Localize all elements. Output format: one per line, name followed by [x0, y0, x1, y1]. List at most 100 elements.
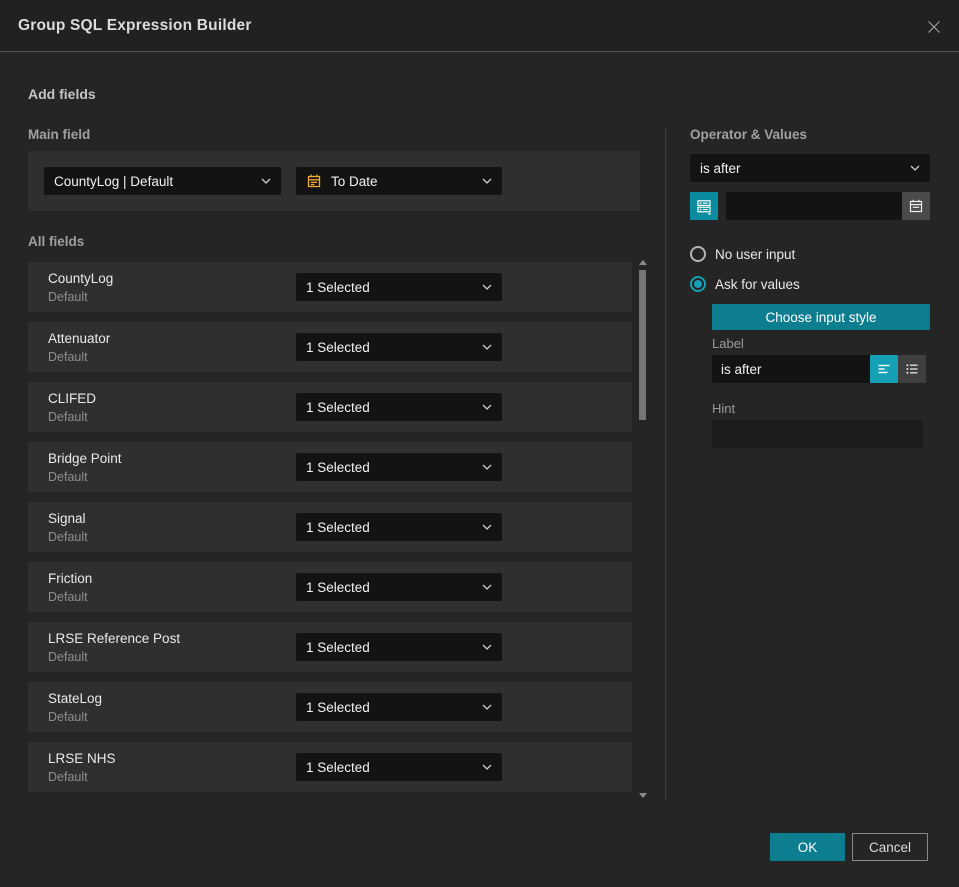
field-selected-value: 1 Selected — [306, 399, 370, 415]
field-subtitle: Default — [48, 410, 88, 424]
field-selected-dropdown[interactable]: 1 Selected — [296, 273, 502, 301]
chevron-down-icon — [261, 178, 271, 184]
field-name: Friction — [48, 571, 93, 586]
radio-no-user-input[interactable]: No user input — [690, 245, 795, 263]
field-subtitle: Default — [48, 590, 88, 604]
main-field-label: Main field — [28, 127, 91, 142]
field-row: Attenuator Default 1 Selected — [28, 322, 632, 372]
field-selected-value: 1 Selected — [306, 459, 370, 475]
field-selected-value: 1 Selected — [306, 339, 370, 355]
field-selected-value: 1 Selected — [306, 279, 370, 295]
field-row: Signal Default 1 Selected — [28, 502, 632, 552]
radio-ask-for-values[interactable]: Ask for values — [690, 275, 800, 293]
ok-button[interactable]: OK — [770, 833, 845, 861]
field-selected-value: 1 Selected — [306, 699, 370, 715]
field-subtitle: Default — [48, 770, 88, 784]
field-selected-value: 1 Selected — [306, 579, 370, 595]
cancel-button[interactable]: Cancel — [852, 833, 928, 861]
dialog-header: Group SQL Expression Builder — [0, 0, 959, 52]
list-style-button[interactable] — [898, 355, 926, 383]
chevron-down-icon — [482, 404, 492, 410]
field-row: Bridge Point Default 1 Selected — [28, 442, 632, 492]
choose-input-style-button[interactable]: Choose input style — [712, 304, 930, 330]
radio-off-icon — [690, 246, 706, 262]
hint-label: Hint — [712, 401, 736, 416]
field-selected-value: 1 Selected — [306, 519, 370, 535]
field-selected-dropdown[interactable]: 1 Selected — [296, 633, 502, 661]
chevron-down-icon — [482, 464, 492, 470]
field-selected-value: 1 Selected — [306, 759, 370, 775]
date-picker-button[interactable] — [902, 192, 930, 220]
calendar-icon — [306, 173, 322, 189]
label-input[interactable] — [712, 355, 870, 383]
close-icon[interactable] — [923, 16, 945, 38]
field-selected-dropdown[interactable]: 1 Selected — [296, 333, 502, 361]
field-name: LRSE NHS — [48, 751, 116, 766]
field-name: CLIFED — [48, 391, 97, 406]
field-row: CountyLog Default 1 Selected — [28, 262, 632, 312]
scrollbar-thumb[interactable] — [639, 270, 646, 420]
field-name: StateLog — [48, 691, 103, 706]
main-field-select-value: CountyLog | Default — [54, 173, 174, 189]
field-name: Signal — [48, 511, 86, 526]
field-subtitle: Default — [48, 710, 88, 724]
fields-scrollbar[interactable] — [637, 258, 649, 800]
chevron-down-icon — [482, 644, 492, 650]
operator-select[interactable]: is after — [690, 154, 930, 182]
add-fields-heading: Add fields — [28, 86, 96, 102]
field-subtitle: Default — [48, 650, 88, 664]
main-field-panel: CountyLog | Default To Date — [28, 151, 640, 211]
main-date-field-value: To Date — [331, 173, 378, 189]
field-name: Bridge Point — [48, 451, 122, 466]
field-name: LRSE Reference Post — [48, 631, 181, 646]
field-selected-dropdown[interactable]: 1 Selected — [296, 753, 502, 781]
panel-divider — [665, 128, 666, 800]
group-sql-expression-builder-dialog: Group SQL Expression Builder Add fields … — [0, 0, 959, 887]
field-selected-dropdown[interactable]: 1 Selected — [296, 453, 502, 481]
field-subtitle: Default — [48, 290, 88, 304]
radio-on-icon — [690, 276, 706, 292]
chevron-down-icon — [482, 524, 492, 530]
bullet-list-icon — [906, 364, 918, 374]
chevron-down-icon — [482, 284, 492, 290]
chevron-down-icon — [910, 165, 920, 171]
hint-input[interactable] — [712, 420, 923, 448]
main-date-field-select[interactable]: To Date — [296, 167, 502, 195]
main-field-select[interactable]: CountyLog | Default — [44, 167, 281, 195]
field-selected-dropdown[interactable]: 1 Selected — [296, 573, 502, 601]
field-row: Friction Default 1 Selected — [28, 562, 632, 612]
operator-values-title: Operator & Values — [690, 127, 808, 142]
chevron-down-icon — [482, 704, 492, 710]
field-name: Attenuator — [48, 331, 111, 346]
scrollbar-down-arrow-icon[interactable] — [639, 793, 647, 798]
field-selected-value: 1 Selected — [306, 639, 370, 655]
radio-label: No user input — [715, 246, 796, 262]
label-label: Label — [712, 336, 744, 351]
chevron-down-icon — [482, 344, 492, 350]
operator-select-value: is after — [700, 160, 741, 176]
calendar-icon — [909, 199, 923, 213]
scrollbar-up-arrow-icon[interactable] — [639, 260, 647, 265]
field-subtitle: Default — [48, 470, 88, 484]
field-selected-dropdown[interactable]: 1 Selected — [296, 693, 502, 721]
field-row: StateLog Default 1 Selected — [28, 682, 632, 732]
field-subtitle: Default — [48, 530, 88, 544]
single-line-style-button[interactable] — [870, 355, 898, 383]
value-input[interactable] — [726, 192, 902, 220]
field-subtitle: Default — [48, 350, 88, 364]
radio-label: Ask for values — [715, 276, 800, 292]
field-row: CLIFED Default 1 Selected — [28, 382, 632, 432]
chevron-down-icon — [482, 764, 492, 770]
align-left-lines-icon — [878, 364, 890, 374]
unique-values-icon — [696, 199, 711, 215]
field-name: CountyLog — [48, 271, 114, 286]
all-fields-label: All fields — [28, 234, 85, 249]
dialog-title: Group SQL Expression Builder — [18, 16, 252, 34]
unique-values-button[interactable] — [690, 192, 718, 220]
field-selected-dropdown[interactable]: 1 Selected — [296, 513, 502, 541]
field-row: LRSE Reference Post Default 1 Selected — [28, 622, 632, 672]
chevron-down-icon — [482, 584, 492, 590]
chevron-down-icon — [482, 178, 492, 184]
field-row: LRSE NHS Default 1 Selected — [28, 742, 632, 792]
field-selected-dropdown[interactable]: 1 Selected — [296, 393, 502, 421]
